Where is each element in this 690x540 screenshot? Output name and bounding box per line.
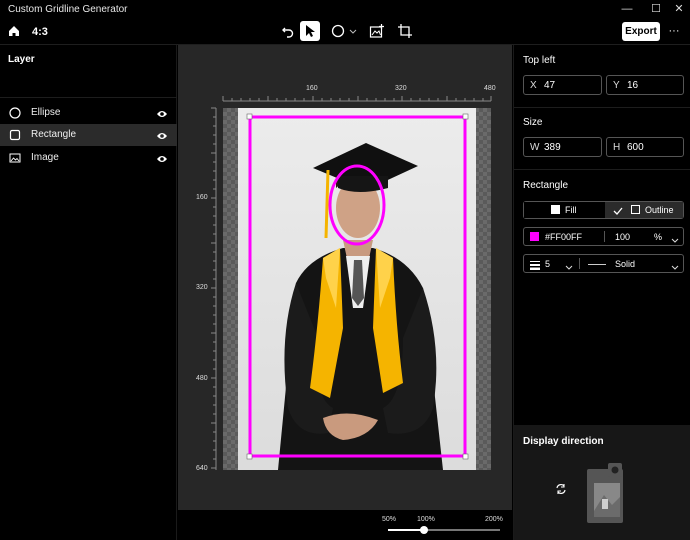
size-title: Size: [523, 117, 543, 128]
display-direction-section: Display direction: [514, 425, 690, 540]
fill-label: Fill: [565, 205, 577, 215]
divider: [579, 258, 580, 269]
display-direction-title: Display direction: [523, 436, 604, 447]
fill-swatch-icon: [551, 205, 560, 214]
opacity-value[interactable]: 100: [615, 232, 630, 242]
chevron-down-icon[interactable]: [671, 260, 679, 274]
zoom-mid-label: 100%: [417, 516, 435, 523]
y-value: 16: [627, 80, 639, 91]
zoom-slider-fill: [388, 529, 424, 531]
stroke-color-picker[interactable]: #FF00FF 100 %: [523, 227, 684, 246]
color-hex: #FF00FF: [545, 232, 583, 242]
rotate-icon[interactable]: [555, 483, 567, 498]
h-label: H: [613, 142, 621, 153]
zoom-bar: 50% 100% 200%: [178, 510, 512, 540]
rectangle-section-title: Rectangle: [523, 180, 569, 191]
resize-handle[interactable]: [246, 113, 253, 120]
divider: [514, 107, 690, 108]
x-label: X: [530, 80, 537, 91]
y-field[interactable]: Y 16: [606, 75, 684, 95]
x-value: 47: [544, 80, 556, 91]
stroke-width-value[interactable]: 5: [545, 259, 550, 269]
w-value: 389: [544, 142, 561, 153]
stroke-settings: 5 Solid: [523, 254, 684, 273]
fill-outline-toggle: Fill Outline: [523, 201, 684, 219]
h-value: 600: [627, 142, 644, 153]
resize-handle[interactable]: [462, 113, 469, 120]
checkmark-icon: [613, 205, 623, 219]
resize-handle[interactable]: [462, 453, 469, 460]
opacity-unit: %: [654, 232, 663, 242]
top-left-title: Top left: [523, 55, 556, 66]
outline-checkbox-icon: [631, 205, 640, 214]
camera-orientation-icon[interactable]: [584, 463, 626, 528]
zoom-min-label: 50%: [382, 516, 397, 523]
outline-option[interactable]: Outline: [605, 202, 683, 218]
width-field[interactable]: W 389: [523, 137, 602, 157]
w-label: W: [530, 142, 540, 153]
divider: [514, 169, 690, 170]
stroke-style-value[interactable]: Solid: [615, 259, 635, 269]
ellipse-shape[interactable]: [328, 164, 386, 246]
outline-label: Outline: [645, 205, 674, 215]
height-field[interactable]: H 600: [606, 137, 684, 157]
zoom-max-label: 200%: [485, 516, 503, 523]
chevron-down-icon[interactable]: [671, 233, 679, 247]
solid-line-icon: [588, 264, 606, 265]
resize-handle[interactable]: [246, 453, 253, 460]
color-swatch: [530, 232, 539, 241]
divider: [604, 231, 605, 242]
fill-option[interactable]: Fill: [524, 202, 605, 218]
rectangle-shape[interactable]: [248, 115, 467, 458]
y-label: Y: [613, 80, 620, 91]
chevron-down-icon[interactable]: [565, 260, 573, 274]
zoom-slider-thumb[interactable]: [420, 526, 428, 534]
stroke-width-icon: [530, 259, 540, 273]
x-field[interactable]: X 47: [523, 75, 602, 95]
properties-panel: Top left X 47 Y 16 Size W 389 H 600 Rect…: [513, 45, 690, 540]
